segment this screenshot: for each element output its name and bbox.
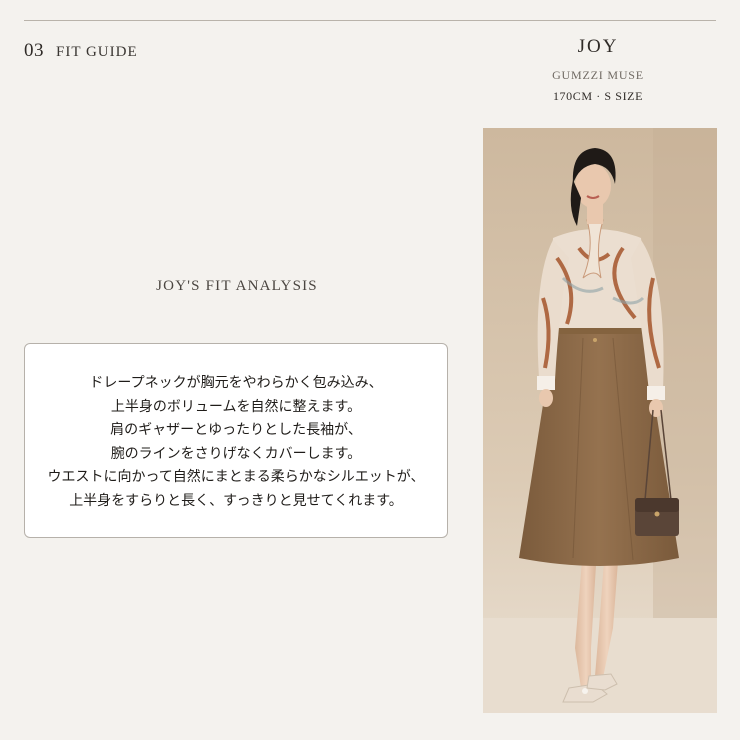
shoe-bow: [582, 688, 588, 694]
analysis-line: 上半身をすらりと長く、すっきりと見せてくれます。: [69, 492, 403, 509]
section-title: FIT GUIDE: [56, 44, 138, 60]
analysis-line: 上半身のボリュームを自然に整えます。: [110, 398, 362, 415]
model-brand: GUMZZI MUSE: [552, 68, 644, 82]
analysis-line: ドレープネックが胸元をやわらかく包み込み、: [89, 375, 383, 391]
skirt-emblem: [593, 338, 597, 342]
left-cuff: [537, 376, 555, 390]
bag-clasp: [654, 511, 660, 517]
model-info: JOY GUMZZI MUSE 170CM · S SIZE: [522, 36, 674, 104]
section-number: 03: [24, 40, 44, 61]
model-name: JOY: [577, 36, 619, 57]
left-hand: [539, 389, 553, 407]
analysis-line: 腕のラインをさりげなくカバーします。: [110, 445, 362, 462]
model-photo: [483, 128, 717, 713]
analysis-line: ウエストに向かって自然にまとまる柔らかなシルエットが、: [47, 469, 425, 485]
top-divider: [24, 20, 716, 21]
model-size: 170CM · S SIZE: [552, 89, 644, 103]
analysis-text: ドレープネックが胸元をやわらかく包み込み、 上半身のボリュームを自然に整えます。…: [25, 372, 447, 513]
analysis-line: 肩のギャザーとゆったりとした長袖が、: [110, 422, 362, 438]
right-cuff: [647, 386, 665, 400]
section-header: 03 FIT GUIDE: [24, 40, 138, 62]
analysis-box: ドレープネックが胸元をやわらかく包み込み、 上半身のボリュームを自然に整えます。…: [24, 343, 448, 538]
analysis-title: JOY'S FIT ANALYSIS: [156, 278, 318, 294]
model-photo-illustration: [483, 128, 717, 713]
